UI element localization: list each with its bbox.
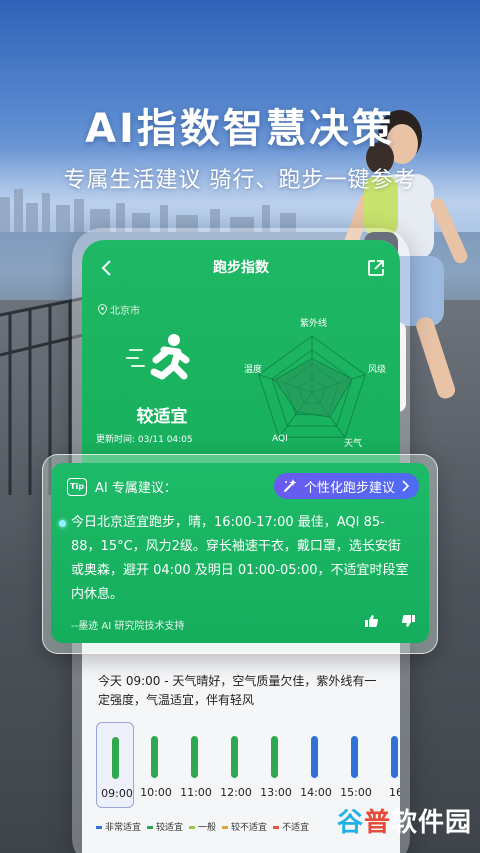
ai-heading: AI 专属建议： — [95, 481, 177, 496]
ai-suggestion-panel: Tip AI 专属建议： 个性化跑步建议 今日北京适宜跑步，晴，16:00-17… — [51, 463, 429, 643]
hour-bar-fill — [112, 737, 119, 779]
magic-wand-icon — [283, 479, 297, 492]
legend-swatch — [273, 826, 280, 829]
hour-bar-fill — [271, 736, 278, 778]
radar-chart: 紫外线 风级 天气 AQI 温度 — [232, 319, 392, 460]
hour-bar-fill — [351, 736, 358, 778]
radar-label-aqi: AQI — [272, 434, 288, 444]
personalized-advice-button[interactable]: 个性化跑步建议 — [273, 473, 419, 499]
share-icon[interactable] — [366, 258, 386, 278]
hour-label: 14:00 — [300, 786, 332, 799]
bullet-dot — [59, 520, 66, 527]
hour-bar-fill — [231, 736, 238, 778]
thumbs-up-icon[interactable] — [363, 613, 379, 629]
hour-bar-fill — [151, 736, 158, 778]
location-label: 北京市 — [110, 306, 140, 317]
ai-suggestion-card: Tip AI 专属建议： 个性化跑步建议 今日北京适宜跑步，晴，16:00-17… — [42, 454, 438, 654]
watermark-text: 谷普软件园 — [336, 808, 472, 838]
watermark-logo: 谷普软件园 — [337, 802, 472, 839]
legend-item: 非常适宜 — [96, 820, 141, 833]
legend-swatch — [147, 826, 154, 829]
ai-credit: --墨迹 AI 研究院技术支持 — [71, 621, 185, 632]
radar-label-uv: 紫外线 — [300, 319, 328, 329]
hour-bar-09:00[interactable]: 09:00 — [96, 722, 134, 808]
nav-bar: 跑步指数 — [82, 257, 400, 281]
forecast-description: 今天 09:00 - 天气晴好，空气质量欠佳，紫外线有一定强度，气温适宜，伴有轻… — [98, 674, 377, 707]
hour-bar-15:00[interactable]: 15:00 — [336, 722, 374, 808]
hero-title: AI指数智慧决策 — [85, 106, 395, 152]
hour-label: 12:00 — [220, 786, 252, 799]
hero-subtitle: 专属生活建议 骑行、跑步一键参考 — [63, 168, 417, 193]
hour-label: 09:00 — [101, 787, 133, 800]
radar-label-temp: 温度 — [244, 365, 263, 375]
thumbs-down-icon[interactable] — [401, 613, 417, 629]
radar-label-wind: 风级 — [368, 365, 387, 375]
personalized-advice-label: 个性化跑步建议 — [303, 480, 395, 496]
radar-label-weather: 天气 — [344, 439, 363, 449]
hour-bar-14:00[interactable]: 14:00 — [296, 722, 334, 808]
legend-item: 较适宜 — [147, 820, 183, 833]
hour-bar-12:00[interactable]: 12:00 — [216, 722, 254, 808]
update-time: 更新时间: 03/11 04:05 — [96, 435, 193, 445]
legend-swatch — [96, 826, 102, 829]
hour-bar-fill — [391, 736, 398, 778]
legend-item: 一般 — [189, 820, 216, 833]
hour-bar-10:00[interactable]: 10:00 — [136, 722, 174, 808]
feedback-buttons — [363, 613, 417, 629]
hour-label: 13:00 — [260, 786, 292, 799]
running-person-icon — [126, 334, 190, 380]
ai-heading-row: Tip AI 专属建议： — [67, 477, 177, 496]
legend-item: 较不适宜 — [222, 820, 267, 833]
radar-value-area — [273, 357, 353, 418]
hour-bar-fill — [311, 736, 318, 778]
nav-title: 跑步指数 — [213, 260, 269, 276]
legend-swatch — [222, 826, 229, 829]
hour-bar-13:00[interactable]: 13:00 — [256, 722, 294, 808]
tip-icon: Tip — [67, 477, 87, 496]
hourly-bars: 09:00 10:00 11:00 12:00 13:00 14:00 15:00 16 — [96, 722, 400, 812]
chevron-right-icon — [402, 480, 409, 492]
rating-text: 较适宜 — [136, 407, 188, 427]
hour-label: 15:00 — [340, 786, 372, 799]
hour-label: 10:00 — [140, 786, 172, 799]
hour-label: 11:00 — [180, 786, 212, 799]
hour-bar-fill — [191, 736, 198, 778]
legend-item: 不适宜 — [273, 820, 309, 833]
ai-suggestion-text: 今日北京适宜跑步，晴，16:00-17:00 最佳，AQI 85-88，15°C… — [71, 515, 409, 602]
hour-bar-16[interactable]: 16 — [376, 722, 400, 808]
index-header-panel: 跑步指数 北京市 较适宜 更新时间: 03/11 04:05 紫外线 风级 天气… — [82, 240, 400, 470]
legend-swatch — [189, 826, 196, 829]
hour-label: 16 — [389, 786, 400, 799]
location[interactable]: 北京市 — [98, 302, 140, 317]
location-pin-icon — [98, 304, 107, 315]
hour-bar-11:00[interactable]: 11:00 — [176, 722, 214, 808]
